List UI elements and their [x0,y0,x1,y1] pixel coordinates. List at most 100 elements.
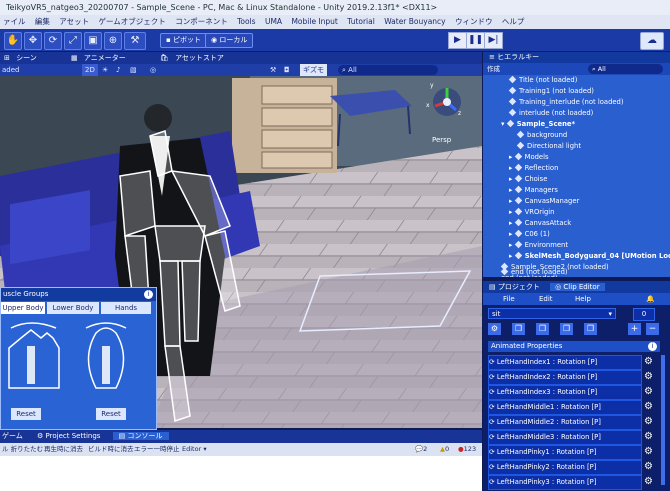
hierarchy-item[interactable]: ▸ Environment [483,240,670,251]
local-toggle-button[interactable]: ◉ ローカル [205,33,254,48]
expand-arrow-icon[interactable]: ▸ [509,175,515,183]
gear-icon[interactable]: ⚙ [488,323,501,335]
paste-icon[interactable]: ❐ [536,323,549,335]
expand-arrow-icon[interactable]: ▸ [509,252,515,260]
tab-project-settings[interactable]: ⚙ Project Settings [37,432,100,440]
step-button[interactable]: ▶| [484,32,503,49]
hierarchy-item[interactable]: ▸ VROrigin [483,207,670,218]
property-row[interactable]: ⟳ LeftHandIndex2 : Rotation [P] [488,370,642,385]
audio-icon[interactable]: ♪ [116,64,120,76]
hierarchy-item[interactable]: Training1 (not loaded) [483,86,670,97]
hierarchy-item[interactable]: ▸ Managers [483,185,670,196]
scene-search-input[interactable]: ⌕ All [338,65,438,75]
gear-icon[interactable]: ⚙ [643,415,654,428]
hierarchy-item[interactable]: ▸ Reflection [483,163,670,174]
pivot-toggle-button[interactable]: ▪ ピボット [160,33,207,48]
expand-arrow-icon[interactable]: ▸ [509,208,515,216]
menu-item-edit[interactable]: 編集 [35,17,50,26]
property-list-scrollbar[interactable] [661,355,665,485]
reset-left-button[interactable]: Reset [11,408,41,420]
hierarchy-item[interactable]: Directional light [483,141,670,152]
play-button[interactable]: ▶ [448,32,467,49]
property-row[interactable]: ⟳ LeftHandPinky2 : Rotation [P] [488,460,642,475]
effects-icon[interactable]: ▧ [130,64,137,76]
hidden-objects-icon[interactable]: ◎ [150,64,156,76]
rect-tool-button[interactable]: ▣ [84,32,102,50]
gear-icon[interactable]: ⚙ [643,385,654,398]
hierarchy-item[interactable]: ▸ CanvasManager [483,196,670,207]
info-icon[interactable]: i [648,342,657,351]
menu-item-gameobject[interactable]: ゲームオブジェクト [99,17,166,26]
gear-icon[interactable]: ⚙ [643,400,654,413]
menu-item-component[interactable]: コンポーネント [175,17,228,26]
tab-clip-editor[interactable]: ◎ Clip Editor [550,283,605,291]
hierarchy-item[interactable]: ▸ Models [483,152,670,163]
hierarchy-item-end[interactable]: end (not loaded) [500,267,568,278]
clip-menu-edit[interactable]: Edit [539,293,553,305]
wrench-icon[interactable]: ⚒ [270,64,276,76]
hierarchy-item[interactable]: ▸ Choise [483,174,670,185]
tab-game[interactable]: ゲーム [2,432,23,440]
property-row[interactable]: ⟳ LeftHandPinky1 : Rotation [P] [488,445,642,460]
mode-2d-toggle[interactable]: 2D [82,64,98,76]
duplicate-icon[interactable]: ❐ [560,323,573,335]
hierarchy-tab[interactable]: ≡ ヒエラルキー [483,52,670,63]
tab-project[interactable]: ▤ プロジェクト [489,283,540,291]
move-tool-button[interactable]: ✥ [24,32,42,50]
clip-menu-file[interactable]: File [503,293,515,305]
hierarchy-item[interactable]: ▸ C06 (1) [483,229,670,240]
custom-tool-button[interactable]: ⚒ [124,32,146,50]
expand-arrow-icon[interactable]: ▸ [509,241,515,249]
shading-mode-dropdown[interactable]: aded [2,64,19,76]
expand-arrow-icon[interactable]: ▸ [509,153,515,161]
gear-icon[interactable]: ⚙ [643,430,654,443]
copy-icon[interactable]: ❐ [512,323,525,335]
menu-item-water-bouyancy[interactable]: Water Bouyancy [384,17,445,26]
error-pause-button[interactable]: エラー一時停止 [134,443,180,456]
tab-console[interactable]: ▤ コンソール [112,432,169,440]
scale-tool-button[interactable]: ⤢ [64,32,82,50]
clip-menu-help[interactable]: Help [575,293,591,305]
hierarchy-item[interactable]: ▸ CanvasAttack [483,218,670,229]
create-dropdown[interactable]: 作成 [487,65,500,73]
menu-item-mobile-input[interactable]: Mobile Input [291,17,337,26]
tab-asset-store[interactable]: 🛍 アセットストア [160,54,238,62]
expand-arrow-icon[interactable]: ▸ [509,230,515,238]
hierarchy-item[interactable]: ▾ Sample_Scene* [483,119,670,130]
frame-input[interactable]: 0 [633,308,655,321]
tab-scene[interactable]: ⊞ シーン [4,54,51,62]
hierarchy-item[interactable]: interlude (not loaded) [483,108,670,119]
property-row[interactable]: ⟳ LeftHandPinky3 : Rotation [P] [488,475,642,490]
reset-right-button[interactable]: Reset [96,408,126,420]
menu-item-file[interactable]: ァイル [3,17,26,26]
tab-lower-body[interactable]: Lower Body [47,302,99,314]
error-count-toggle[interactable]: ●123 [458,443,476,456]
clip-select-dropdown[interactable]: sit ▾ [488,308,616,319]
info-icon[interactable]: i [144,290,153,299]
key-icon[interactable]: ❐ [584,323,597,335]
camera-icon[interactable]: ◘ [284,64,290,76]
expand-arrow-icon[interactable]: ▸ [509,186,515,194]
gear-icon[interactable]: ⚙ [643,475,654,488]
collapse-button[interactable]: ル 折りたたむ [2,443,43,456]
rotate-tool-button[interactable]: ⟳ [44,32,62,50]
hierarchy-item[interactable]: Training_interlude (not loaded) [483,97,670,108]
menu-item-uma[interactable]: UMA [265,17,282,26]
property-row[interactable]: ⟳ LeftHandMiddle2 : Rotation [P] [488,415,642,430]
persp-label[interactable]: Persp [432,136,451,144]
gear-icon[interactable]: ⚙ [643,355,654,368]
hierarchy-item-selected[interactable]: ▸ SkelMesh_Bodyguard_04 [UMotion Locked] [483,251,670,262]
collab-button[interactable]: ☁ [640,32,664,50]
hand-tool-button[interactable]: ✋ [4,32,22,50]
tab-animator[interactable]: ▦ アニメーター [71,54,140,62]
pause-button[interactable]: ❚❚ [466,32,485,49]
hierarchy-item[interactable]: background [483,130,670,141]
menu-item-window[interactable]: ウィンドウ [455,17,493,26]
property-row[interactable]: ⟳ LeftHandIndex1 : Rotation [P] [488,355,642,370]
clear-on-build-button[interactable]: ビルド時に消去 [88,443,134,456]
property-row[interactable]: ⟳ LeftHandMiddle1 : Rotation [P] [488,400,642,415]
menu-item-tools[interactable]: Tools [237,17,255,26]
expand-arrow-icon[interactable]: ▾ [501,120,507,128]
light-icon[interactable]: ☀ [102,64,108,76]
bell-icon[interactable]: 🔔 [646,293,655,305]
